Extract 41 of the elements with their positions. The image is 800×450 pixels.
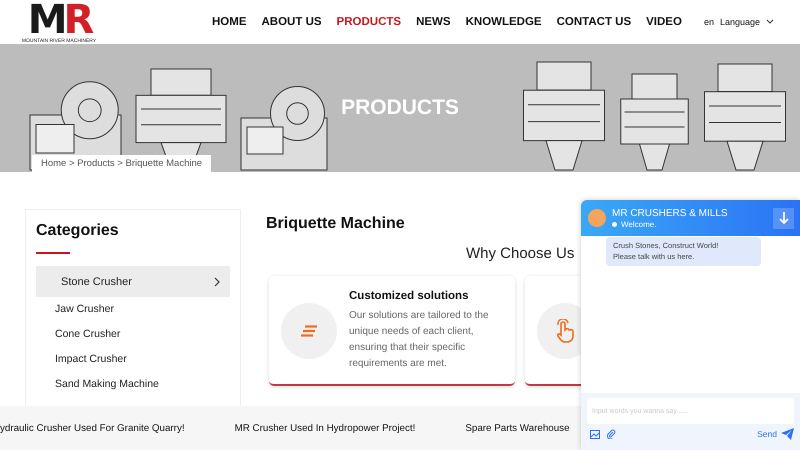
subcategory-link[interactable]: Jaw Crusher — [36, 297, 230, 322]
send-button[interactable]: Send — [757, 428, 794, 440]
status-dot-icon — [612, 222, 617, 226]
category-item[interactable]: Stone Crusher — [36, 266, 230, 297]
logo-mark: MR — [28, 2, 90, 38]
chevron-icon — [214, 276, 220, 286]
chat-title: MR CRUSHERS & MILLS — [612, 208, 728, 218]
subcategory-link[interactable]: Cone Crusher — [36, 322, 230, 347]
nav-link[interactable]: NEWS — [416, 16, 451, 28]
page-banner-title: PRODUCTS — [340, 96, 460, 120]
sidebar-title: Categories — [36, 222, 120, 240]
news-headline[interactable]: Spare Parts Warehouse — [465, 422, 570, 434]
avatar — [588, 209, 606, 227]
language-selector[interactable]: Language — [720, 17, 760, 27]
chat-status: Welcome. — [621, 220, 656, 228]
download-button[interactable] — [773, 208, 794, 228]
nav-link[interactable]: ABOUT US — [261, 16, 322, 28]
subcategory-link[interactable]: Impact Crusher — [36, 347, 230, 372]
nav-link[interactable]: HOME — [212, 16, 246, 28]
paperclip-icon[interactable] — [606, 429, 616, 439]
hand-pointer-icon — [555, 319, 575, 343]
title-underline — [36, 252, 70, 254]
lines-icon — [300, 325, 318, 337]
product-title: Briquette Machine — [266, 215, 405, 233]
card-title: Customized solutions — [349, 290, 470, 302]
image-icon[interactable] — [590, 430, 600, 438]
subcategory-link[interactable]: Sand Making Machine — [36, 372, 230, 397]
nav-link[interactable]: VIDEO — [646, 16, 682, 28]
breadcrumb: Home > Products > Briquette Machine — [32, 155, 212, 172]
category-label: Stone Crusher — [61, 276, 132, 288]
nav-link[interactable]: CONTACT US — [556, 16, 632, 28]
caret-icon — [766, 19, 774, 25]
news-headline[interactable]: ydraulic Crusher Used For Granite Quarry! — [0, 422, 185, 434]
arrow-down-icon — [778, 212, 788, 224]
paper-plane-icon — [781, 428, 794, 440]
nav-link[interactable]: PRODUCTS — [336, 16, 402, 28]
news-headline[interactable]: MR Crusher Used In Hydropower Project! — [234, 422, 416, 434]
card-description: Our solutions are tailored to the unique needs of each client, ensuring that their specific requirements are met. — [349, 309, 490, 371]
language-code: en — [704, 17, 714, 27]
section-heading: Why Choose Us — [466, 245, 574, 262]
nav-link[interactable]: KNOWLEDGE — [466, 16, 542, 28]
